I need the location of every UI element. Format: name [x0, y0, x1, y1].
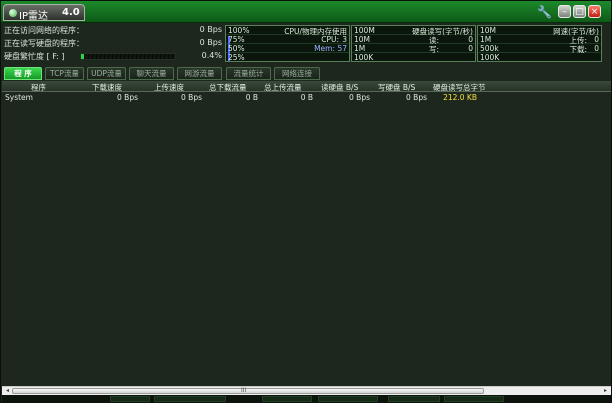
disk-ylabel-3: 100K	[354, 53, 374, 62]
status-segment	[388, 396, 440, 402]
mem-label: Mem:	[314, 44, 335, 53]
disk-io-panel: 100M 10M 1M 100K 硬盘读写(字节/秒) 读: 0 写: 0	[351, 25, 476, 62]
cell-disk-total: 212.0 KB	[443, 93, 477, 102]
net-up-value: 0	[594, 35, 599, 44]
col-download-speed[interactable]: 下载速度	[92, 82, 122, 93]
disk-ylabel-2: 1M	[354, 44, 366, 53]
close-button[interactable]: ×	[588, 5, 601, 18]
disk-write-label: 写:	[428, 45, 439, 54]
disk-busy-bar	[80, 53, 176, 60]
app-title: IP雷达	[19, 11, 48, 22]
disk-busy-value: 0.4%	[201, 51, 222, 60]
disk-write-value: 0	[468, 44, 473, 53]
net-ylabel-0: 10M	[480, 26, 497, 35]
radar-icon	[9, 9, 17, 17]
disk-programs-value: 0 Bps	[199, 38, 222, 47]
table-row[interactable]: System 0 Bps 0 Bps 0 B 0 B 0 Bps 0 Bps 2…	[2, 93, 611, 103]
disk-programs-label: 正在读写硬盘的程序：	[4, 39, 84, 48]
cell-total-upload: 0 B	[300, 93, 313, 102]
tab-stats[interactable]: 流量统计	[226, 67, 271, 80]
status-segment	[110, 396, 150, 402]
cpu-ylabel-75: 75%	[228, 35, 245, 44]
disk-panel-title: 硬盘读写(字节/秒)	[412, 27, 473, 36]
cpu-label: CPU:	[321, 35, 339, 44]
net-ylabel-3: 100K	[480, 53, 500, 62]
scroll-thumb[interactable]: III	[12, 387, 484, 394]
status-bar	[2, 395, 611, 403]
tab-tcp[interactable]: TCP流量	[45, 67, 84, 80]
cell-program: System	[5, 93, 33, 102]
tab-udp[interactable]: UDP流量	[87, 67, 126, 80]
cell-disk-write: 0 Bps	[406, 93, 427, 102]
maximize-button[interactable]: □	[573, 5, 586, 18]
disk-read-value: 0	[468, 35, 473, 44]
disk-ylabel-0: 100M	[354, 26, 375, 35]
process-table-body	[2, 92, 611, 385]
col-disk-write[interactable]: 写硬盘 B/S	[378, 82, 415, 93]
scroll-grip-icon: III	[241, 387, 247, 394]
cpu-value: 3	[342, 35, 347, 44]
net-programs-value: 0 Bps	[199, 25, 222, 34]
app-version: 4.0	[62, 7, 80, 18]
network-speed-panel: 10M 1M 500k 100K 网速(字节/秒) 上传: 0 下载: 0	[477, 25, 602, 62]
table-header: 程序 下载速度 上传速度 总下载流量 总上传流量 读硬盘 B/S 写硬盘 B/S…	[2, 81, 611, 92]
disk-busy-label: 硬盘繁忙度 [ F: ]	[4, 52, 65, 61]
status-segment	[154, 396, 226, 402]
summary-info: 正在访问网络的程序： 0 Bps 正在读写硬盘的程序： 0 Bps 硬盘繁忙度 …	[4, 25, 222, 63]
tab-chat[interactable]: 聊天流量	[129, 67, 174, 80]
cpu-ylabel-100: 100%	[228, 26, 250, 35]
disk-ylabel-1: 10M	[354, 35, 371, 44]
cpu-ylabel-50: 50%	[228, 44, 245, 53]
col-upload-speed[interactable]: 上传速度	[154, 82, 184, 93]
disk-busy-row: 硬盘繁忙度 [ F: ] 0.4%	[4, 51, 222, 62]
status-segment	[444, 396, 504, 402]
tools-icon[interactable]: 🔧	[537, 5, 552, 19]
net-down-value: 0	[594, 44, 599, 53]
net-ylabel-1: 1M	[480, 35, 492, 44]
col-total-upload[interactable]: 总上传流量	[264, 82, 302, 93]
col-disk-read[interactable]: 读硬盘 B/S	[321, 82, 358, 93]
net-programs-label: 正在访问网络的程序：	[4, 26, 84, 35]
mem-value: 57	[337, 44, 347, 53]
horizontal-scrollbar[interactable]: ◂ III ▸	[2, 386, 611, 395]
net-ylabel-2: 500k	[480, 44, 499, 53]
status-segment	[318, 396, 378, 402]
tab-connections[interactable]: 网络连接	[274, 67, 320, 80]
scroll-right-icon[interactable]: ▸	[601, 387, 610, 395]
cpu-ylabel-25: 25%	[228, 53, 245, 62]
tab-bar: 程 序 TCP流量 UDP流量 聊天流量 网游流量 流量统计 网络连接	[4, 67, 604, 80]
tab-programs[interactable]: 程 序	[4, 67, 42, 80]
app-window: IP雷达 4.0 🔧 – □ × 正在访问网络的程序： 0 Bps 正在读写硬盘…	[0, 0, 612, 403]
col-total-download[interactable]: 总下载流量	[209, 82, 247, 93]
status-segment	[262, 396, 312, 402]
col-disk-total[interactable]: 硬盘读写总字节	[433, 82, 486, 93]
net-programs-row: 正在访问网络的程序： 0 Bps	[4, 25, 222, 36]
cell-upload-speed: 0 Bps	[181, 93, 202, 102]
minimize-button[interactable]: –	[558, 5, 571, 18]
cell-disk-read: 0 Bps	[349, 93, 370, 102]
cell-download-speed: 0 Bps	[117, 93, 138, 102]
title-tab: IP雷达 4.0	[3, 4, 85, 22]
net-down-label: 下载:	[569, 45, 587, 54]
cell-total-download: 0 B	[245, 93, 258, 102]
cpu-memory-panel: 100% 75% 50% 25% CPU/物理内存使用 CPU: 3 Mem: …	[225, 25, 350, 62]
scroll-left-icon[interactable]: ◂	[3, 387, 12, 395]
tab-games[interactable]: 网游流量	[177, 67, 222, 80]
title-bar[interactable]: IP雷达 4.0 🔧 – □ ×	[1, 1, 611, 23]
disk-busy-ticks	[81, 54, 175, 59]
col-program[interactable]: 程序	[31, 82, 46, 93]
disk-programs-row: 正在读写硬盘的程序： 0 Bps	[4, 38, 222, 49]
